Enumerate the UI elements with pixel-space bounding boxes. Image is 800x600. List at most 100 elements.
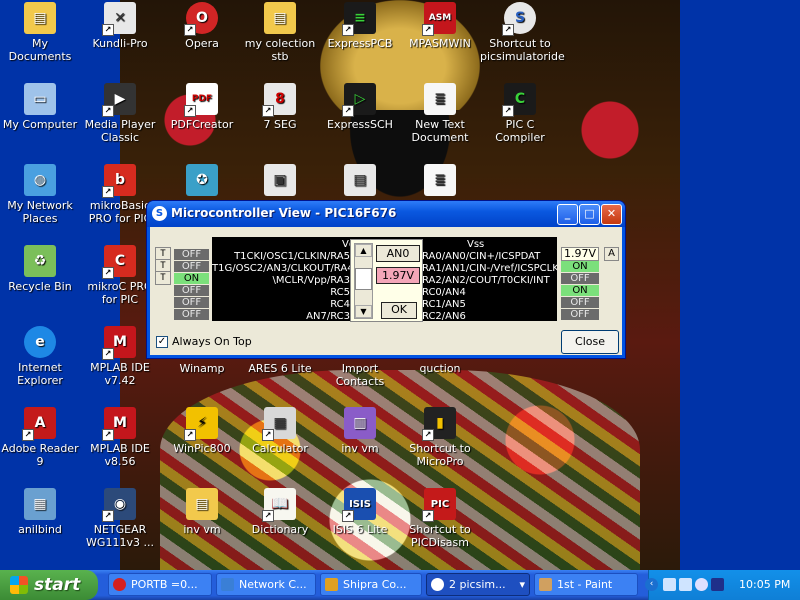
picsim-icon: S ↗ xyxy=(502,2,536,36)
desktop-icon-inv-vm-2[interactable]: ▤ inv vm xyxy=(162,488,242,536)
document-icon: ▣ xyxy=(264,164,296,196)
pin-state-left-3[interactable]: ON xyxy=(174,273,209,284)
folder-icon: ▤ xyxy=(24,2,56,34)
desktop-icon-my-collection[interactable]: ▤ my colection stb xyxy=(240,2,320,63)
vss-label: Vss xyxy=(467,239,485,250)
network-status-icon[interactable] xyxy=(663,578,676,591)
mpasm-icon: ASM ↗ xyxy=(422,2,456,36)
analog-a-button[interactable]: A xyxy=(604,247,619,261)
desktop-icon-7seg[interactable]: 8 ↗ 7 SEG xyxy=(240,83,320,131)
desktop-icon-unknown-sheet[interactable]: ▤ xyxy=(320,164,400,199)
mplab-icon: M ↗ xyxy=(102,326,136,360)
minimize-button[interactable]: _ xyxy=(557,204,578,225)
recycle-bin-icon: ♻ xyxy=(24,245,56,277)
desktop-icon-recycle-bin[interactable]: ♻ Recycle Bin xyxy=(0,245,80,293)
desktop-icon-unknown-text[interactable]: ≣ xyxy=(400,164,480,199)
pin-state-right-5[interactable]: OFF xyxy=(561,297,599,308)
pin-state-right-4[interactable]: ON xyxy=(561,285,599,296)
always-on-top-checkbox[interactable]: ✓ xyxy=(156,336,168,348)
toggle-button-3[interactable]: T xyxy=(155,271,171,285)
wireless-icon[interactable] xyxy=(711,578,724,591)
taskbar-item-network[interactable]: Network C... xyxy=(216,573,316,596)
slider-up-arrow-icon[interactable]: ▲ xyxy=(355,244,372,257)
desktop-icon-import-contacts[interactable]: Import Contacts xyxy=(320,362,400,388)
taskbar-item-portb[interactable]: PORTB =0... xyxy=(108,573,212,596)
desktop-icon-quction[interactable]: quction xyxy=(400,362,480,375)
network-status-icon[interactable] xyxy=(679,578,692,591)
desktop-icon-pdfcreator[interactable]: PDF ↗ PDFCreator xyxy=(162,83,242,131)
calculator-icon: ▦ ↗ xyxy=(262,407,296,441)
popup-ok-button[interactable]: OK xyxy=(381,302,417,319)
pin-label-left-6: AN7/RC3 xyxy=(306,311,350,321)
desktop-icon-my-documents[interactable]: ▤ My Documents xyxy=(0,2,80,63)
desktop-icon-my-network-places[interactable]: ◍ My Network Places xyxy=(0,164,80,225)
close-window-button[interactable]: ✕ xyxy=(601,204,622,225)
slider-thumb[interactable] xyxy=(355,268,372,290)
desktop-icon-mpasmwin[interactable]: ASM ↗ MPASMWIN xyxy=(400,2,480,50)
kundli-icon: ✕ ↗ xyxy=(102,2,136,36)
mplab-icon: M ↗ xyxy=(102,407,136,441)
analog-channel-button[interactable]: AN0 xyxy=(376,245,420,262)
desktop-icon-unknown-app[interactable]: ✪ xyxy=(162,164,242,199)
pin-state-right-3[interactable]: OFF xyxy=(561,273,599,284)
desktop-icon-media-player-classic[interactable]: ▶ ↗ Media Player Classic xyxy=(80,83,160,144)
isis-icon: ISIS ↗ xyxy=(342,488,376,522)
desktop-icon-dictionary[interactable]: 📖 ↗ Dictionary xyxy=(240,488,320,536)
pin-label-right-1: RA0/AN0/CIN+/ICSPDAT xyxy=(422,251,541,262)
desktop-icon-expresspcb[interactable]: ≡ ↗ ExpressPCB xyxy=(320,2,400,50)
desktop-icon-picsimulatoride[interactable]: S ↗ Shortcut to picsimulatoride xyxy=(480,2,565,63)
desktop-icon-opera[interactable]: O ↗ Opera xyxy=(162,2,242,50)
show-hidden-icons-icon[interactable]: ‹ xyxy=(645,578,658,591)
document-icon: ▤ xyxy=(344,164,376,196)
pin-state-left-1[interactable]: OFF xyxy=(174,249,209,260)
window-titlebar[interactable]: S Microcontroller View - PIC16F676 _ □ ✕ xyxy=(147,201,625,227)
desktop-icon-kundli-pro[interactable]: ✕ ↗ Kundli-Pro xyxy=(80,2,160,50)
desktop-icon-isis[interactable]: ISIS ↗ ISIS 6 Lite xyxy=(320,488,400,536)
desktop-icon-unknown-doc[interactable]: ▣ xyxy=(240,164,320,199)
media-player-icon: ▶ ↗ xyxy=(102,83,136,117)
slider-down-arrow-icon[interactable]: ▼ xyxy=(355,305,372,318)
desktop-icon-new-text-document[interactable]: ≣ New Text Document xyxy=(400,83,480,144)
folder-icon: ▤ xyxy=(186,488,218,520)
desktop-icon-ares[interactable]: ARES 6 Lite xyxy=(240,362,320,375)
pin-label-right-4: RC0/AN4 xyxy=(422,287,466,298)
desktop-icon-winamp[interactable]: Winamp xyxy=(162,362,242,375)
window-title: Microcontroller View - PIC16F676 xyxy=(171,206,397,220)
desktop-icon-my-computer[interactable]: ▭ My Computer xyxy=(0,83,80,131)
desktop-icon-netgear[interactable]: ◉ ↗ NETGEAR WG111v3 ... xyxy=(80,488,160,549)
internet-explorer-icon: e xyxy=(24,326,56,358)
voltage-slider[interactable]: ▲ ▼ xyxy=(354,243,373,319)
taskbar-item-shipra[interactable]: Shipra Co... xyxy=(320,573,422,596)
desktop-icon-adobe-reader[interactable]: A ↗ Adobe Reader 9 xyxy=(0,407,80,468)
desktop-icon-internet-explorer[interactable]: e Internet Explorer xyxy=(0,326,80,387)
start-button[interactable]: start xyxy=(0,570,98,600)
microcontroller-view-window: S Microcontroller View - PIC16F676 _ □ ✕… xyxy=(147,201,625,358)
expresssch-icon: ▷ ↗ xyxy=(342,83,376,117)
pin-state-left-5[interactable]: OFF xyxy=(174,297,209,308)
pin-label-left-3: \MCLR/Vpp/RA3 xyxy=(272,275,350,286)
archive-icon: ▥ xyxy=(344,407,376,439)
pdfcreator-icon: PDF ↗ xyxy=(184,83,218,117)
pin-state-left-4[interactable]: OFF xyxy=(174,285,209,296)
desktop-icon-picdisasm[interactable]: PIC ↗ Shortcut to PICDisasm xyxy=(400,488,480,549)
pin-state-right-2[interactable]: ON xyxy=(561,261,599,272)
pin-state-right-6[interactable]: OFF xyxy=(561,309,599,320)
maximize-button[interactable]: □ xyxy=(579,204,600,225)
security-icon[interactable] xyxy=(695,578,708,591)
taskbar-item-paint[interactable]: 1st - Paint xyxy=(534,573,638,596)
desktop-icon-calculator[interactable]: ▦ ↗ Calculator xyxy=(240,407,320,455)
pin-label-left-5: RC4 xyxy=(330,299,350,310)
desktop-icon-expresssch[interactable]: ▷ ↗ ExpressSCH xyxy=(320,83,400,131)
desktop-icon-inv-vm[interactable]: ▥ inv vm xyxy=(320,407,400,455)
desktop-icon-pic-c-compiler[interactable]: C ↗ PIC C Compiler xyxy=(480,83,560,144)
close-button[interactable]: Close xyxy=(561,330,619,354)
desktop-icon-winpic800[interactable]: ⚡ ↗ WinPic800 xyxy=(162,407,242,455)
desktop-icon-anilbind[interactable]: ▦ anilbind xyxy=(0,488,80,536)
desktop-icon-micropro[interactable]: ▮ ↗ Shortcut to MicroPro xyxy=(400,407,480,468)
right-voltage-display: 1.97V xyxy=(561,247,599,261)
analog-input-popup: ▲ ▼ AN0 1.97V OK xyxy=(350,239,423,322)
desktop-icon-mplab-856[interactable]: M ↗ MPLAB IDE v8.56 xyxy=(80,407,160,468)
taskbar-item-picsim[interactable]: 2 picsim... ▾ xyxy=(426,573,530,596)
pin-state-left-2[interactable]: OFF xyxy=(174,261,209,272)
pin-state-left-6[interactable]: OFF xyxy=(174,309,209,320)
